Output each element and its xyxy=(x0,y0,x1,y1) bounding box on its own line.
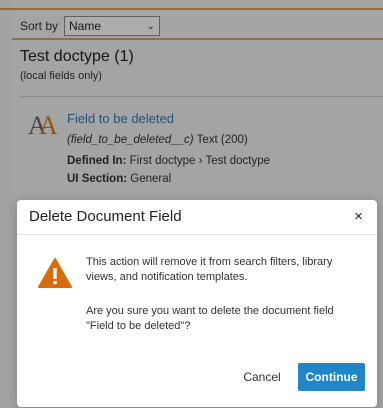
dialog-message-confirm: Are you sure you want to delete the docu… xyxy=(86,305,334,332)
cancel-button[interactable]: Cancel xyxy=(235,363,289,391)
warning-icon xyxy=(38,258,72,288)
dialog-divider xyxy=(17,234,377,235)
delete-field-dialog: Delete Document Field × This action will… xyxy=(17,200,377,407)
continue-button[interactable]: Continue xyxy=(298,363,365,391)
dialog-message-impact: This action will remove it from search f… xyxy=(86,256,333,283)
close-icon[interactable]: × xyxy=(354,208,363,225)
dialog-title: Delete Document Field xyxy=(29,208,182,225)
